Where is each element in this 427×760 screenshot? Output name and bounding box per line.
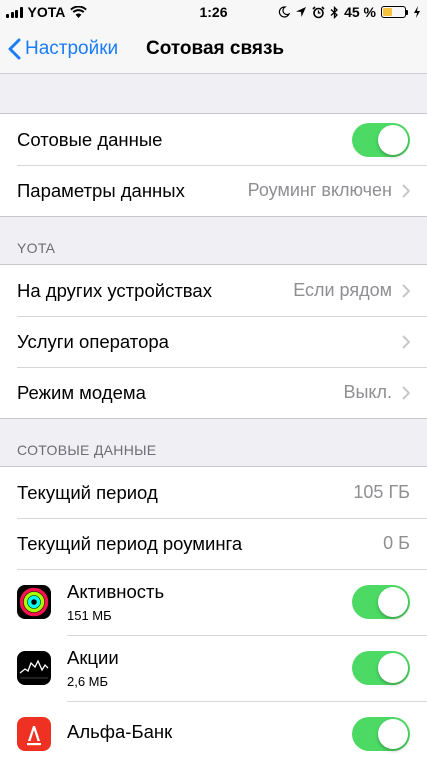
back-button-label: Настройки: [25, 37, 119, 59]
app-name: Альфа-Банк: [67, 720, 173, 742]
app-cellular-toggle[interactable]: [352, 651, 410, 685]
bluetooth-icon: [330, 5, 339, 19]
app-data-size: 151 МБ: [67, 608, 112, 623]
wifi-icon: [70, 6, 88, 18]
cellular-main-group: Сотовые данные Параметры данных Роуминг …: [0, 113, 427, 217]
app-row: Активность 151 МБ: [0, 569, 427, 635]
cellular-data-row: Сотовые данные: [0, 114, 427, 165]
current-period-row: Текущий период 105 ГБ: [0, 467, 427, 518]
app-data-size: 2,6 МБ: [67, 674, 109, 689]
navigation-bar: Настройки Сотовая связь: [0, 24, 427, 74]
usage-group: Текущий период 105 ГБ Текущий период роу…: [0, 466, 427, 760]
chevron-left-icon: [8, 38, 21, 59]
alfa-bank-icon: [17, 717, 51, 751]
carrier-section-header: YOTA: [17, 240, 56, 256]
cellular-data-toggle[interactable]: [352, 122, 410, 157]
page-title: Сотовая связь: [146, 37, 285, 59]
app-row: Акции 2,6 МБ: [0, 635, 427, 701]
carrier-services-label: Услуги оператора: [17, 330, 169, 352]
other-devices-value: Если рядом: [293, 280, 392, 300]
app-cellular-toggle[interactable]: [352, 585, 410, 619]
chevron-right-icon: [402, 334, 410, 349]
status-left: YOTA: [6, 4, 88, 20]
data-options-value: Роуминг включен: [247, 180, 392, 200]
chevron-right-icon: [402, 283, 410, 298]
back-button[interactable]: Настройки: [0, 38, 118, 60]
status-right: 45 %: [278, 4, 421, 20]
status-bar: YOTA 1:26 45 %: [0, 0, 427, 24]
app-cellular-toggle[interactable]: [352, 717, 410, 751]
roaming-period-value: 0 Б: [383, 533, 410, 553]
app-name: Акции: [67, 647, 119, 668]
usage-section-header: СОТОВЫЕ ДАННЫЕ: [17, 442, 157, 458]
stocks-chart-icon: [17, 651, 51, 685]
roaming-period-label: Текущий период роуминга: [17, 532, 243, 554]
app-row: Альфа-Банк: [0, 701, 427, 760]
activity-rings-icon: [17, 585, 51, 619]
other-devices-row[interactable]: На других устройствах Если рядом: [0, 265, 427, 316]
data-options-label: Параметры данных: [17, 179, 185, 201]
settings-list: Сотовые данные Параметры данных Роуминг …: [0, 74, 427, 760]
charging-bolt-icon: [414, 6, 420, 18]
roaming-period-row: Текущий период роуминга 0 Б: [0, 518, 427, 569]
data-options-row[interactable]: Параметры данных Роуминг включен: [0, 165, 427, 216]
app-name: Активность: [67, 581, 165, 602]
signal-strength-icon: [6, 6, 23, 18]
chevron-right-icon: [402, 183, 410, 198]
carrier-group: На других устройствах Если рядом Услуги …: [0, 264, 427, 419]
current-period-value: 105 ГБ: [353, 482, 410, 502]
location-arrow-icon: [296, 7, 307, 17]
hotspot-label: Режим модема: [17, 381, 146, 403]
cellular-data-label: Сотовые данные: [17, 128, 163, 150]
moon-icon: [278, 6, 291, 18]
carrier-name: YOTA: [27, 4, 66, 20]
hotspot-row[interactable]: Режим модема Выкл.: [0, 367, 427, 418]
carrier-services-row[interactable]: Услуги оператора: [0, 316, 427, 367]
current-period-label: Текущий период: [17, 481, 158, 503]
chevron-right-icon: [402, 385, 410, 400]
battery-icon: [381, 6, 408, 18]
alarm-icon: [312, 5, 325, 18]
other-devices-label: На других устройствах: [17, 279, 212, 301]
hotspot-value: Выкл.: [343, 382, 392, 402]
battery-percent: 45 %: [344, 4, 376, 20]
